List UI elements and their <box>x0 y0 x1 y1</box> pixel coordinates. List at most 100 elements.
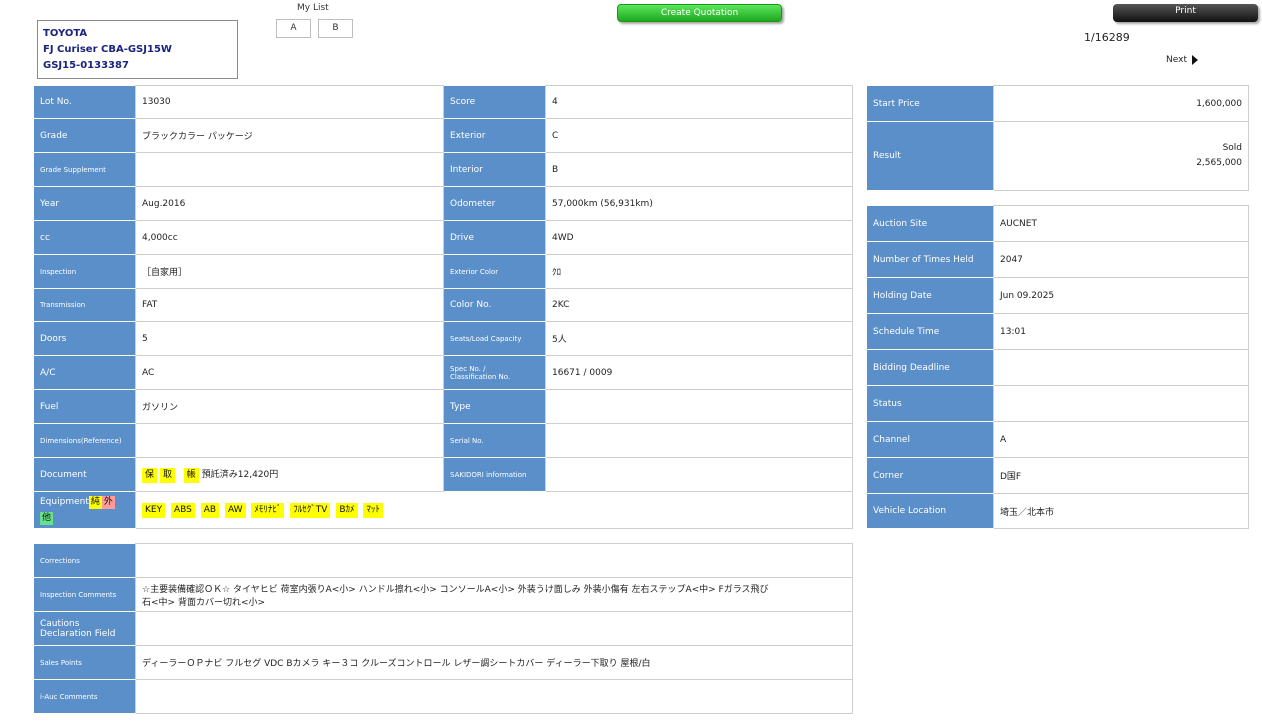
spec-no-label-line1: Spec No. / <box>450 364 486 373</box>
color-no-label: Color No. <box>443 288 546 322</box>
print-button[interactable]: Print <box>1113 4 1258 22</box>
table-row: Corrections <box>33 543 853 578</box>
year-label: Year <box>33 186 136 221</box>
arrow-right-icon <box>1191 55 1198 65</box>
equipment-value: KEY ABS AB AW ﾒﾓﾘﾅﾋﾞ ﾌﾙｾｸﾞTV Bｶﾒ ﾏｯﾄ <box>135 491 853 529</box>
corner-label: Corner <box>866 457 994 494</box>
transmission-value: FAT <box>135 288 444 322</box>
bidding-deadline-value <box>993 349 1249 386</box>
exterior-value: C <box>545 118 853 153</box>
color-no-value: 2KC <box>545 288 853 322</box>
cc-label: cc <box>33 220 136 255</box>
page-counter: 1/16289 <box>1084 31 1130 44</box>
serial-no-label: Serial No. <box>443 423 546 458</box>
equipment-tag: AB <box>200 502 220 518</box>
sales-points-value: ディーラーＯＰナビ フルセグ VDC Bカメラ キー３コ クルーズコントロール … <box>135 645 853 680</box>
exterior-label: Exterior <box>443 118 546 153</box>
holding-date-value: Jun 09.2025 <box>993 277 1249 314</box>
table-row: Holding Date Jun 09.2025 <box>866 277 1249 314</box>
table-row: Inspection Comments ☆主要装備確認ＯＫ☆ タイヤヒビ 荷室内… <box>33 577 853 612</box>
my-list-label: My List <box>297 3 329 13</box>
status-label: Status <box>866 385 994 422</box>
equipment-tag: ABS <box>170 502 195 518</box>
my-list-a-button[interactable]: A <box>276 19 311 38</box>
spec-no-label: Spec No. / Classification No. <box>443 355 546 390</box>
sakidori-value <box>545 457 853 492</box>
spec-no-label-line2: Classification No. <box>450 372 511 381</box>
vehicle-model: FJ Curiser CBA-GSJ15W <box>43 44 172 55</box>
cc-value: 4,000cc <box>135 220 444 255</box>
result-label: Result <box>866 121 994 191</box>
inspection-value: ［自家用］ <box>135 254 444 289</box>
grade-supplement-value <box>135 152 444 187</box>
result-status: Sold <box>1222 143 1242 153</box>
table-row: Result Sold 2,565,000 <box>866 121 1249 191</box>
table-row: cc 4,000cc Drive 4WD <box>33 220 853 255</box>
cautions-value <box>135 611 853 646</box>
equipment-tag: Bｶﾒ <box>336 502 358 518</box>
table-row: Grade Supplement Interior B <box>33 152 853 187</box>
start-price-value: 1,600,000 <box>993 85 1249 122</box>
table-row: Doors 5 Seats/Load Capacity 5人 <box>33 321 853 356</box>
table-row: Start Price 1,600,000 <box>866 85 1249 122</box>
equipment-tag: AW <box>224 502 246 518</box>
price-table: Start Price 1,600,000 Result Sold 2,565,… <box>866 85 1249 191</box>
interior-label: Interior <box>443 152 546 187</box>
equipment-tag: ﾒﾓﾘﾅﾋﾞ <box>251 502 285 518</box>
lot-no-label: Lot No. <box>33 85 136 119</box>
equipment-legend-genuine: 純 <box>88 496 102 509</box>
interior-value: B <box>545 152 853 187</box>
exterior-color-label: Exterior Color <box>443 254 546 289</box>
my-list-b-button[interactable]: B <box>318 19 353 38</box>
sakidori-label: SAKIDORI information <box>443 457 546 492</box>
table-row: Auction Site AUCNET <box>866 205 1249 242</box>
table-row: Bidding Deadline <box>866 349 1249 386</box>
table-row: Status <box>866 385 1249 422</box>
table-row: Equipment 純外他 KEY ABS AB AW ﾒﾓﾘﾅﾋﾞ ﾌﾙｾｸﾞT… <box>33 491 853 529</box>
equipment-label: Equipment 純外他 <box>33 491 136 529</box>
cautions-label-line2: Declaration Field <box>40 628 116 639</box>
iauc-comments-label: i-Auc Comments <box>33 679 136 714</box>
ac-value: AC <box>135 355 444 390</box>
type-label: Type <box>443 389 546 424</box>
document-tag: 取 <box>160 467 176 483</box>
drive-label: Drive <box>443 220 546 255</box>
equipment-tag: KEY <box>142 502 166 518</box>
table-row: A/C AC Spec No. / Classification No. 166… <box>33 355 853 390</box>
type-value <box>545 389 853 424</box>
table-row: Number of Times Held 2047 <box>866 241 1249 278</box>
lot-no-value: 13030 <box>135 85 444 119</box>
create-quotation-button[interactable]: Create Quotation <box>617 4 782 22</box>
grade-value: ブラックカラー パッケージ <box>135 118 444 153</box>
vehicle-location-label: Vehicle Location <box>866 493 994 529</box>
comments-table: Corrections Inspection Comments ☆主要装備確認Ｏ… <box>33 543 853 714</box>
doors-value: 5 <box>135 321 444 356</box>
score-value: 4 <box>545 85 853 119</box>
document-label: Document <box>33 457 136 492</box>
next-link[interactable]: Next <box>1166 55 1198 65</box>
table-row: Transmission FAT Color No. 2KC <box>33 288 853 322</box>
inspection-label: Inspection <box>33 254 136 289</box>
seats-label: Seats/Load Capacity <box>443 321 546 356</box>
table-row: Cautions Declaration Field <box>33 611 853 646</box>
document-value: 保取 帳預託済み12,420円 <box>135 457 444 492</box>
doors-label: Doors <box>33 321 136 356</box>
table-row: Document 保取 帳預託済み12,420円 SAKIDORI inform… <box>33 457 853 492</box>
auction-site-value: AUCNET <box>993 205 1249 242</box>
seats-value: 5人 <box>545 321 853 356</box>
table-row: Channel A <box>866 421 1249 458</box>
sales-points-label: Sales Points <box>33 645 136 680</box>
corner-value: D国F <box>993 457 1249 494</box>
cautions-label-line1: Cautions <box>40 618 80 629</box>
table-row: Schedule Time 13:01 <box>866 313 1249 350</box>
year-value: Aug.2016 <box>135 186 444 221</box>
score-label: Score <box>443 85 546 119</box>
inspection-comments-line2: 石<中> 背面カバー切れ<小> <box>142 597 266 608</box>
transmission-label: Transmission <box>33 288 136 322</box>
start-price-label: Start Price <box>866 85 994 122</box>
bidding-deadline-label: Bidding Deadline <box>866 349 994 386</box>
ac-label: A/C <box>33 355 136 390</box>
table-row: Lot No. 13030 Score 4 <box>33 85 853 119</box>
dimensions-label: Dimensions(Reference) <box>33 423 136 458</box>
document-tag: 帳 <box>183 467 199 483</box>
